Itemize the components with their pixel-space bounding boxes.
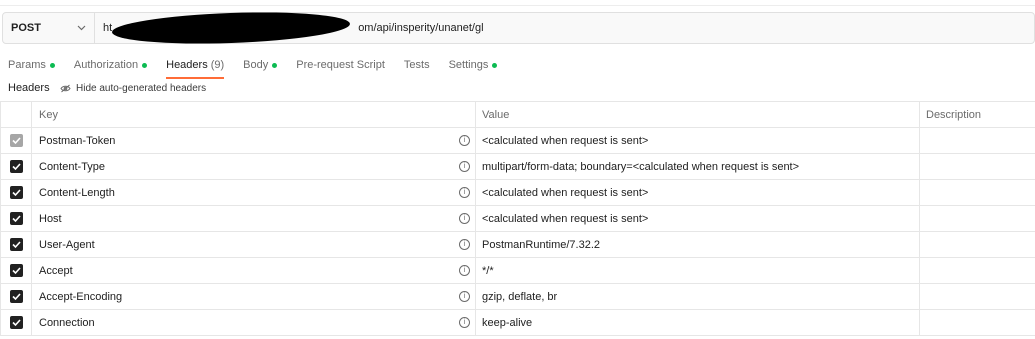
header-key[interactable]: Content-Type i (31, 153, 476, 180)
table-row: Accept i */* (0, 257, 1035, 284)
header-description[interactable] (919, 153, 1035, 180)
header-key[interactable]: Postman-Token i (31, 127, 476, 154)
table-row: Host i <calculated when request is sent> (0, 205, 1035, 232)
method-select[interactable]: POST (3, 13, 95, 43)
header-key[interactable]: Accept i (31, 257, 476, 284)
check-icon (11, 137, 21, 145)
header-key[interactable]: Content-Length i (31, 179, 476, 206)
request-tabs: Params Authorization Headers (9) Body Pre… (8, 56, 516, 79)
info-icon[interactable]: i (459, 187, 470, 198)
check-icon (11, 189, 21, 197)
header-description[interactable] (919, 309, 1035, 336)
status-dot (49, 62, 55, 68)
row-checkbox[interactable] (9, 160, 23, 173)
status-dot (492, 62, 498, 68)
tab-authorization[interactable]: Authorization (74, 56, 148, 74)
info-icon[interactable]: i (459, 213, 470, 224)
header-value[interactable]: PostmanRuntime/7.32.2 (475, 231, 920, 258)
tab-body[interactable]: Body (243, 56, 278, 74)
row-checkbox[interactable] (9, 186, 23, 199)
eye-off-icon (60, 84, 71, 93)
tab-settings[interactable]: Settings (449, 56, 498, 74)
url-suffix: om/api/insperity/unanet/gl (358, 22, 484, 34)
table-row: Postman-Token i <calculated when request … (0, 127, 1035, 154)
row-checkbox[interactable] (9, 316, 23, 329)
headers-table: Key Value Description Postman-Token i <ca… (0, 101, 1035, 336)
checkbox-column-header (0, 101, 32, 128)
header-key[interactable]: Accept-Encoding i (31, 283, 476, 310)
header-value[interactable]: <calculated when request is sent> (475, 205, 920, 232)
tab-headers[interactable]: Headers (9) (166, 56, 225, 79)
header-description[interactable] (919, 205, 1035, 232)
header-description[interactable] (919, 283, 1035, 310)
headers-count: (9) (210, 59, 225, 71)
tab-params[interactable]: Params (8, 56, 55, 74)
header-key[interactable]: User-Agent i (31, 231, 476, 258)
header-value[interactable]: <calculated when request is sent> (475, 179, 920, 206)
chevron-down-icon (77, 25, 86, 31)
status-dot (272, 62, 278, 68)
info-icon[interactable]: i (459, 291, 470, 302)
header-value[interactable]: multipart/form-data; boundary=<calculate… (475, 153, 920, 180)
key-column-header: Key (31, 101, 476, 128)
table-row: Connection i keep-alive (0, 309, 1035, 336)
row-checkbox[interactable] (9, 290, 23, 303)
table-row: Content-Type i multipart/form-data; bound… (0, 153, 1035, 180)
info-icon[interactable]: i (459, 135, 470, 146)
header-value[interactable]: <calculated when request is sent> (475, 127, 920, 154)
tab-pre-request-script[interactable]: Pre-request Script (296, 56, 385, 74)
url-prefix: ht (103, 22, 113, 34)
header-key[interactable]: Host i (31, 205, 476, 232)
check-icon (11, 163, 21, 171)
row-checkbox[interactable] (9, 134, 23, 147)
headers-section-label: Headers (8, 82, 50, 94)
info-icon[interactable]: i (459, 239, 470, 250)
row-checkbox[interactable] (9, 212, 23, 225)
header-description[interactable] (919, 257, 1035, 284)
header-description[interactable] (919, 179, 1035, 206)
header-description[interactable] (919, 231, 1035, 258)
table-row: Content-Length i <calculated when request… (0, 179, 1035, 206)
info-icon[interactable]: i (459, 161, 470, 172)
row-checkbox[interactable] (9, 264, 23, 277)
table-row: Accept-Encoding i gzip, deflate, br (0, 283, 1035, 310)
hide-button-label: Hide auto-generated headers (76, 83, 207, 94)
header-key[interactable]: Connection i (31, 309, 476, 336)
method-label: POST (11, 22, 41, 34)
check-icon (11, 241, 21, 249)
hide-auto-generated-headers-button[interactable]: Hide auto-generated headers (56, 80, 210, 97)
check-icon (11, 215, 21, 223)
table-header-row: Key Value Description (0, 101, 1035, 128)
tab-tests[interactable]: Tests (404, 56, 430, 74)
header-value[interactable]: keep-alive (475, 309, 920, 336)
info-icon[interactable]: i (459, 317, 470, 328)
table-row: User-Agent i PostmanRuntime/7.32.2 (0, 231, 1035, 258)
header-description[interactable] (919, 127, 1035, 154)
top-divider (0, 5, 1035, 6)
status-dot (142, 62, 148, 68)
row-checkbox[interactable] (9, 238, 23, 251)
check-icon (11, 267, 21, 275)
info-icon[interactable]: i (459, 265, 470, 276)
header-value[interactable]: */* (475, 257, 920, 284)
check-icon (11, 293, 21, 301)
description-column-header: Description (919, 101, 1035, 128)
value-column-header: Value (475, 101, 920, 128)
check-icon (11, 319, 21, 327)
header-value[interactable]: gzip, deflate, br (475, 283, 920, 310)
